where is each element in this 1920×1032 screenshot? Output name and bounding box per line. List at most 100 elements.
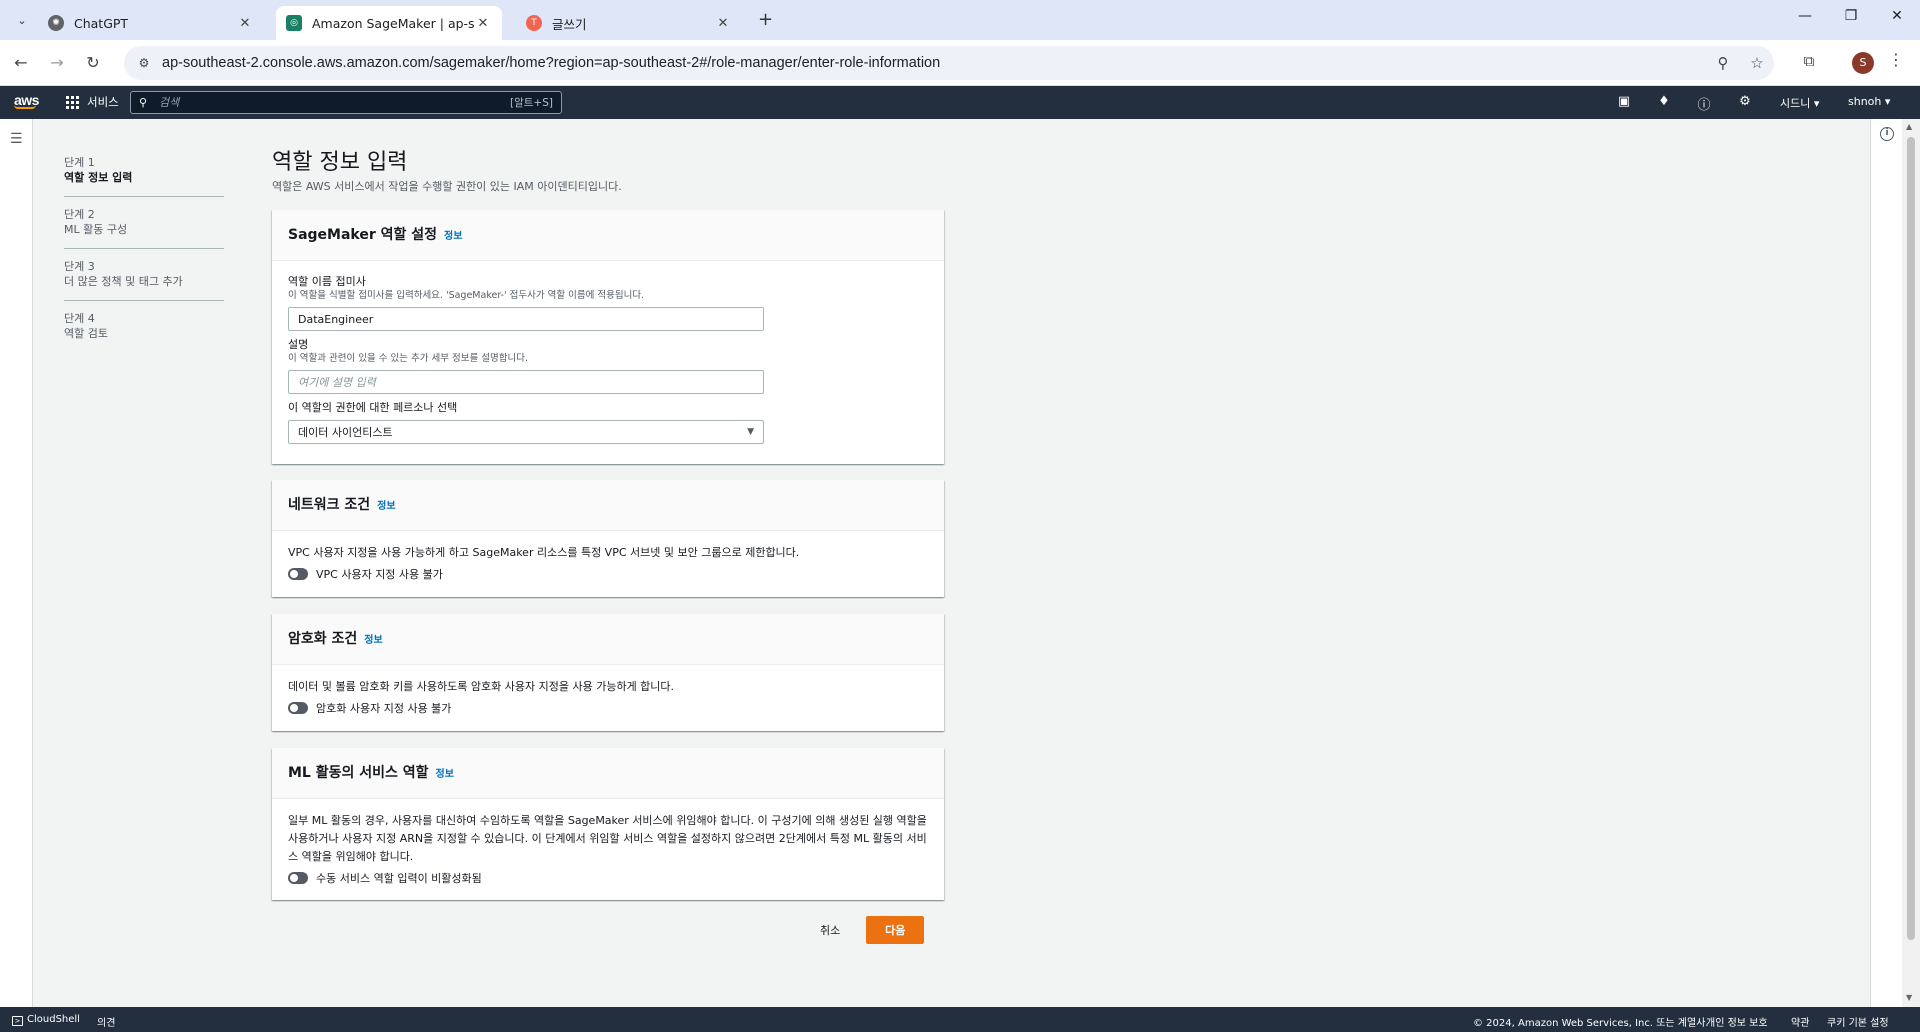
console-footer: > CloudShell 의견 © 2024, Amazon Web Servic… — [0, 1007, 1920, 1032]
terms-link[interactable]: 약관 — [1791, 1014, 1809, 1029]
profile-avatar[interactable]: S — [1852, 52, 1874, 74]
vpc-toggle[interactable] — [288, 568, 308, 580]
tab-list-chevron-icon[interactable]: ⌄ — [10, 8, 34, 32]
search-input[interactable] — [159, 96, 511, 109]
persona-select[interactable]: 데이터 사이언티스트 ▼ — [288, 420, 764, 444]
new-tab-icon[interactable]: + — [758, 9, 773, 30]
panel-header: SageMaker 역할 설정 정보 — [272, 210, 944, 261]
wizard-step-1[interactable]: 단계 1 역할 정보 입력 — [64, 155, 224, 197]
step-number: 단계 2 — [64, 208, 95, 221]
scroll-thumb[interactable] — [1907, 137, 1915, 940]
page-scrollbar[interactable]: ▲ ▼ — [1902, 119, 1920, 1007]
hamburger-menu-icon[interactable]: ☰ — [10, 131, 23, 147]
services-menu[interactable]: 서비스 — [66, 94, 119, 110]
address-bar-row: ← → ↻ ⚙ ap-southeast-2.console.aws.amazo… — [0, 40, 1920, 86]
step-name: 역할 정보 입력 — [64, 171, 133, 184]
service-role-toggle[interactable] — [288, 872, 308, 884]
panel-title: SageMaker 역할 설정 — [288, 227, 438, 243]
minimize-icon[interactable]: — — [1790, 8, 1820, 24]
wizard-step-4[interactable]: 단계 4 역할 검토 — [64, 311, 224, 352]
suffix-label: 역할 이름 접미사 — [288, 275, 366, 288]
region-selector[interactable]: 시드니 ▾ — [1780, 95, 1819, 111]
description-input[interactable] — [288, 370, 764, 394]
description-help: 이 역할과 관련이 있을 수 있는 추가 세부 정보를 설명합니다. — [288, 353, 528, 364]
close-tab-icon[interactable]: ✕ — [474, 16, 492, 31]
restore-icon[interactable]: ❐ — [1836, 8, 1866, 24]
network-conditions-panel: 네트워크 조건 정보 VPC 사용자 지정을 사용 가능하게 하고 SageMa… — [272, 480, 944, 597]
encryption-description: 데이터 및 볼륨 암호화 키를 사용하도록 암호화 사용자 지정을 사용 가능하… — [288, 680, 675, 693]
close-window-icon[interactable]: ✕ — [1882, 8, 1912, 24]
site-info-icon[interactable]: ⚙ — [136, 55, 152, 71]
chatgpt-favicon-icon: ✺ — [48, 15, 64, 31]
encryption-toggle[interactable] — [288, 702, 308, 714]
cookie-preferences-link[interactable]: 쿠키 기본 설정 — [1827, 1014, 1889, 1029]
account-menu[interactable]: shnoh ▾ — [1848, 95, 1890, 108]
browser-tab-bar: ⌄ ✺ ChatGPT ✕ ◎ Amazon SageMaker | ap-so… — [0, 0, 1920, 40]
cancel-button[interactable]: 취소 — [820, 922, 840, 938]
close-tab-icon[interactable]: ✕ — [714, 16, 732, 31]
wizard-steps: 단계 1 역할 정보 입력 단계 2 ML 활동 구성 단계 3 더 많은 정책… — [64, 155, 224, 362]
service-role-description: 일부 ML 활동의 경우, 사용자를 대신하여 수임하도록 역할을 SageMa… — [288, 814, 927, 863]
left-side-rail: ☰ — [0, 119, 33, 1007]
info-link[interactable]: 정보 — [444, 227, 462, 242]
back-icon[interactable]: ← — [10, 52, 32, 74]
bookmark-star-icon[interactable]: ☆ — [1740, 54, 1774, 72]
tab-sagemaker[interactable]: ◎ Amazon SageMaker | ap-southeast-2 ✕ — [276, 6, 502, 40]
tab-title: 글쓰기 — [552, 16, 587, 32]
info-link[interactable]: 정보 — [377, 497, 395, 512]
role-suffix-input[interactable] — [288, 307, 764, 331]
close-tab-icon[interactable]: ✕ — [236, 16, 254, 31]
step-name: 더 많은 정책 및 태그 추가 — [64, 275, 183, 288]
panel-title: 암호화 조건 — [288, 631, 358, 647]
suffix-field: 역할 이름 접미사 이 역할을 식별할 접미사를 입력하세요. 'SageMak… — [288, 274, 928, 331]
search-shortcut: [알트+S] — [510, 97, 553, 109]
right-tools-rail: i — [1870, 119, 1902, 1007]
tab-write[interactable]: T 글쓰기 ✕ — [516, 6, 742, 40]
privacy-link[interactable]: 개인 정보 보호 — [1706, 1014, 1768, 1029]
persona-label: 이 역할의 권한에 대한 페르소나 선택 — [288, 401, 458, 414]
persona-selected-value: 데이터 사이언티스트 — [298, 426, 393, 439]
browser-menu-icon[interactable]: ⋮ — [1888, 50, 1904, 69]
scroll-up-icon[interactable]: ▲ — [1906, 122, 1912, 131]
aws-logo-text: aws — [14, 92, 39, 108]
info-link[interactable]: 정보 — [364, 631, 382, 646]
info-link[interactable]: 정보 — [436, 765, 454, 780]
omnibox[interactable]: ⚙ ap-southeast-2.console.aws.amazon.com/… — [124, 46, 1774, 80]
sagemaker-favicon-icon: ◎ — [286, 15, 302, 31]
tab-title: Amazon SageMaker | ap-southeast-2 — [312, 15, 474, 31]
settings-gear-icon[interactable]: ⚙ — [1735, 94, 1755, 109]
aws-logo[interactable]: aws — [14, 92, 39, 109]
console-search[interactable]: ⚲ [알트+S] — [130, 91, 562, 114]
panel-title: ML 활동의 서비스 역할 — [288, 765, 429, 781]
url-text[interactable]: ap-southeast-2.console.aws.amazon.com/sa… — [162, 55, 1706, 71]
services-label: 서비스 — [87, 95, 119, 109]
cloudshell-icon[interactable]: ▣ — [1614, 94, 1634, 109]
cloudshell-link[interactable]: > CloudShell — [12, 1014, 80, 1026]
forward-icon[interactable]: → — [46, 52, 68, 74]
tab-chatgpt[interactable]: ✺ ChatGPT ✕ — [38, 6, 264, 40]
panel-header: 암호화 조건 정보 — [272, 614, 944, 665]
wizard-step-2[interactable]: 단계 2 ML 활동 구성 — [64, 207, 224, 249]
persona-field: 이 역할의 권한에 대한 페르소나 선택 데이터 사이언티스트 ▼ — [288, 400, 928, 444]
panel-header: 네트워크 조건 정보 — [272, 480, 944, 531]
description-label: 설명 — [288, 338, 309, 351]
next-button[interactable]: 다음 — [866, 916, 925, 944]
scroll-down-icon[interactable]: ▼ — [1906, 993, 1912, 1002]
feedback-link[interactable]: 의견 — [97, 1014, 115, 1029]
reload-icon[interactable]: ↻ — [82, 52, 104, 74]
info-panel-icon[interactable]: i — [1880, 127, 1894, 141]
form-actions: 취소 다음 — [820, 916, 925, 944]
cloudshell-icon: > — [12, 1016, 23, 1026]
suffix-description: 이 역할을 식별할 접미사를 입력하세요. 'SageMaker-' 접두사가 … — [288, 290, 645, 301]
step-number: 단계 3 — [64, 260, 95, 273]
help-icon[interactable]: ⓘ — [1694, 94, 1714, 113]
notifications-bell-icon[interactable]: ♦ — [1654, 94, 1674, 109]
wizard-step-3[interactable]: 단계 3 더 많은 정책 및 태그 추가 — [64, 259, 224, 301]
extensions-icon[interactable]: ⧉ — [1797, 52, 1821, 70]
role-settings-panel: SageMaker 역할 설정 정보 역할 이름 접미사 이 역할을 식별할 접… — [272, 210, 944, 464]
encryption-toggle-row: 암호화 사용자 지정 사용 불가 — [288, 700, 928, 716]
service-role-panel: ML 활동의 서비스 역할 정보 일부 ML 활동의 경우, 사용자를 대신하여… — [272, 748, 944, 900]
step-name: ML 활동 구성 — [64, 223, 128, 236]
zoom-icon[interactable]: ⚲ — [1706, 54, 1740, 72]
tistory-favicon-icon: T — [526, 15, 542, 31]
